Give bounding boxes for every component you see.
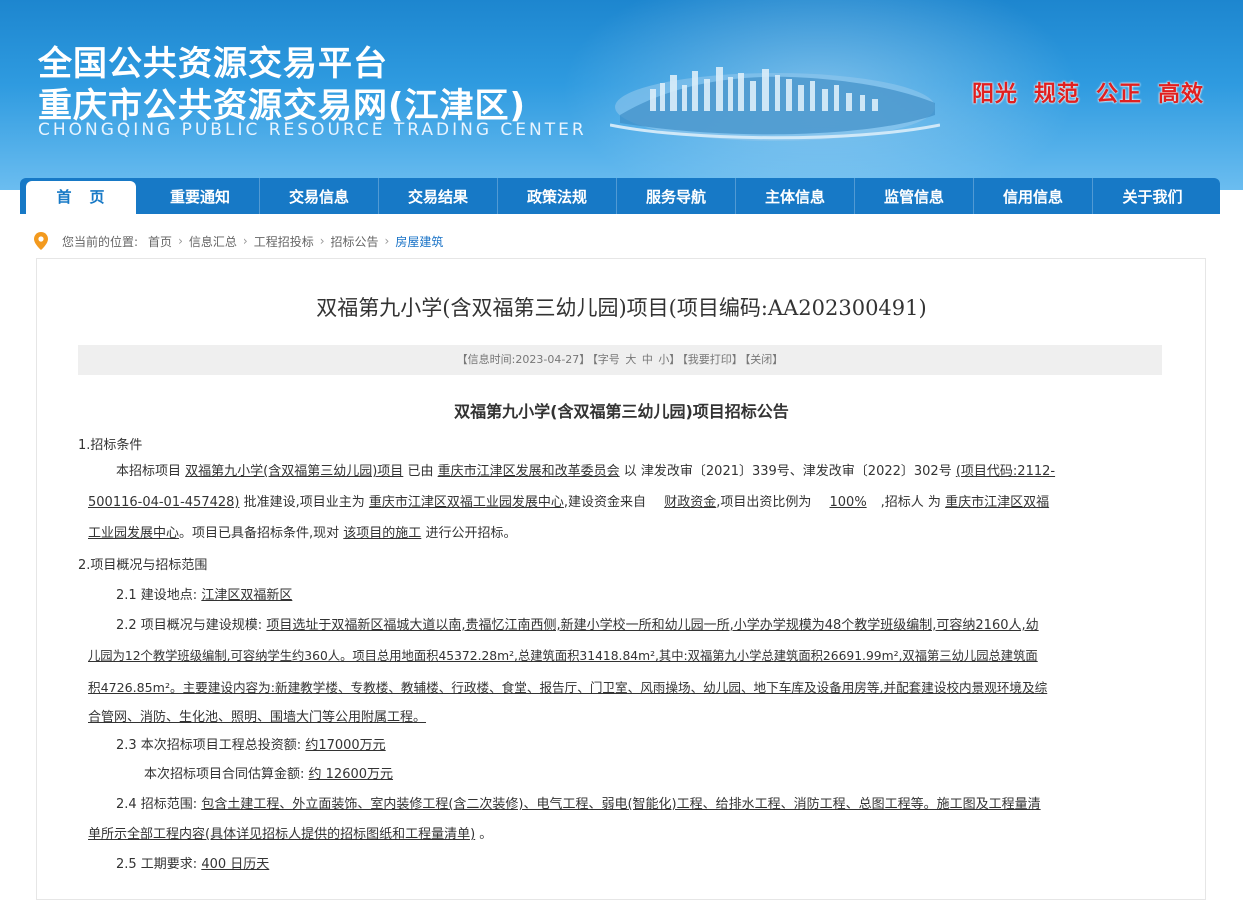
section-heading: 2.项目概况与招标范围 xyxy=(78,558,208,573)
breadcrumb-item-summary[interactable]: 信息汇总 xyxy=(189,233,237,250)
slogan-item: 公正 xyxy=(1096,82,1143,107)
label: 2.2 项目概况与建设规模: xyxy=(116,618,263,633)
project-owner: 重庆市江津区双福工业园发展中心 xyxy=(368,495,564,510)
item-overview: 2.2 项目概况与建设规模: 项目选址于双福新区福城大道以南,贵福忆江南西侧,新… xyxy=(116,610,1162,641)
city-skyline-image xyxy=(610,67,940,141)
text: 。 xyxy=(479,827,493,842)
text: 批准建设,项目业主为 xyxy=(243,495,365,510)
overview-line2: 儿园为12个教学班级编制,可容纳学生约360人。项目总用地面积45372.28m… xyxy=(88,649,1038,663)
breadcrumb-separator: › xyxy=(384,234,390,248)
breadcrumb-item-home[interactable]: 首页 xyxy=(148,233,172,250)
nav-item-credit[interactable]: 信用信息 xyxy=(974,178,1093,214)
font-large-button[interactable]: 大 xyxy=(625,353,636,366)
slogan-item: 规范 xyxy=(1034,82,1081,107)
value: 约17000万元 xyxy=(305,738,386,753)
nav-item-policy[interactable]: 政策法规 xyxy=(498,178,617,214)
tender-scope: 该项目的施工 xyxy=(343,526,422,541)
location-pin-icon xyxy=(34,232,48,250)
slogan-item: 阳光 xyxy=(972,82,1019,107)
value: 单所示全部工程内容(具体详见招标人提供的招标图纸和工程量清单) xyxy=(88,827,476,842)
paragraph-conditions-l3: 工业园发展中心。项目已具备招标条件,现对 该项目的施工 进行公开招标。 xyxy=(88,518,1172,549)
font-medium-button[interactable]: 中 xyxy=(642,353,653,366)
label: 2.3 本次招标项目工程总投资额: xyxy=(116,738,302,753)
font-size-label: 【字号 xyxy=(592,353,620,366)
breadcrumb-separator: › xyxy=(242,234,248,248)
project-name: 双福第九小学(含双福第三幼儿园)项目 xyxy=(185,464,404,479)
tenderer: 重庆市江津区双福 xyxy=(945,495,1050,510)
approval-authority: 重庆市江津区发展和改革委员会 xyxy=(437,464,620,479)
text: 进行公开招标。 xyxy=(425,526,517,541)
font-small-button[interactable]: 小】 xyxy=(658,353,680,366)
print-button[interactable]: 【我要打印】 xyxy=(682,353,743,366)
project-code: (项目代码:2112- xyxy=(955,464,1056,479)
notice-title: 双福第九小学(含双福第三幼儿园)项目招标公告 xyxy=(454,402,789,421)
breadcrumb-separator: › xyxy=(319,234,325,248)
value: 400 日历天 xyxy=(201,857,270,872)
breadcrumb-item-tender[interactable]: 招标公告 xyxy=(331,233,379,250)
info-time: 【信息时间:2023-04-27】 xyxy=(456,353,591,366)
text: 已由 xyxy=(407,464,434,479)
breadcrumb: 您当前的位置: 首页 › 信息汇总 › 工程招投标 › 招标公告 › 房屋建筑 xyxy=(34,230,443,252)
slogan-item: 高效 xyxy=(1158,82,1205,107)
nav-item-notices[interactable]: 重要通知 xyxy=(141,178,260,214)
tenderer: 工业园发展中心 xyxy=(88,526,180,541)
text: 本招标项目 xyxy=(116,464,182,479)
close-button[interactable]: 【关闭】 xyxy=(745,353,784,366)
main-nav: 首页 重要通知 交易信息 交易结果 政策法规 服务导航 主体信息 监管信息 信用… xyxy=(20,178,1220,214)
value: 约 12600万元 xyxy=(308,767,394,782)
text: 。项目已具备招标条件,现对 xyxy=(179,526,340,541)
item-scope: 2.4 招标范围: 包含土建工程、外立面装饰、室内装修工程(含二次装修)、电气工… xyxy=(116,789,1162,820)
nav-item-trade-info[interactable]: 交易信息 xyxy=(260,178,379,214)
item-investment: 2.3 本次招标项目工程总投资额: 约17000万元 xyxy=(116,730,1200,761)
paragraph-conditions-l2: 500116-04-01-457428) 批准建设,项目业主为 重庆市江津区双福… xyxy=(88,487,1172,518)
scope-line2: 单所示全部工程内容(具体详见招标人提供的招标图纸和工程量清单) 。 xyxy=(88,819,1172,850)
site-header: 全国公共资源交易平台 重庆市公共资源交易网(江津区) CHONGQING PUB… xyxy=(0,0,1243,190)
label: 本次招标项目合同估算金额: xyxy=(144,767,305,782)
text: ,项目出资比例为 xyxy=(716,495,812,510)
article-info-bar: 【信息时间:2023-04-27】 【字号 大 中 小】 【我要打印】 【关闭】 xyxy=(78,345,1162,375)
nav-item-entity[interactable]: 主体信息 xyxy=(736,178,855,214)
slogan: 阳光 规范 公正 高效 xyxy=(972,76,1220,108)
nav-item-service[interactable]: 服务导航 xyxy=(617,178,736,214)
label: 2.4 招标范围: xyxy=(116,797,198,812)
item-location: 2.1 建设地点: 江津区双福新区 xyxy=(116,580,1200,611)
overview-line3: 积4726.85m²。主要建设内容为:新建教学楼、专教楼、教辅楼、行政楼、食堂、… xyxy=(88,680,1048,695)
label: 2.1 建设地点: xyxy=(116,588,198,603)
nav-item-home[interactable]: 首页 xyxy=(26,181,136,214)
breadcrumb-prefix: 您当前的位置: xyxy=(62,234,139,249)
item-contract-estimate: 本次招标项目合同估算金额: 约 12600万元 xyxy=(144,759,1228,790)
site-title-english: CHONGQING PUBLIC RESOURCE TRADING CENTER xyxy=(38,120,587,140)
project-code: 500116-04-01-457428) xyxy=(88,495,240,510)
item-duration: 2.5 工期要求: 400 日历天 xyxy=(116,849,1200,880)
fund-ratio: 100% xyxy=(829,495,867,510)
nav-item-about[interactable]: 关于我们 xyxy=(1093,178,1212,214)
breadcrumb-separator: › xyxy=(178,234,183,248)
label: 2.5 工期要求: xyxy=(116,857,198,872)
text: ,招标人 为 xyxy=(880,495,941,510)
nav-item-supervision[interactable]: 监管信息 xyxy=(855,178,974,214)
text: ,建设资金来自 xyxy=(563,495,647,510)
value: 项目选址于双福新区福城大道以南,贵福忆江南西侧,新建小学校一所和幼儿园一所,小学… xyxy=(266,618,1039,633)
value: 包含土建工程、外立面装饰、室内装修工程(含二次装修)、电气工程、弱电(智能化)工… xyxy=(201,797,1041,812)
text: 以 津发改审〔2021〕339号、津发改审〔2022〕302号 xyxy=(623,464,952,479)
overview-line4: 合管网、消防、生化池、照明、围墙大门等公用附属工程。 xyxy=(88,710,427,725)
nav-item-trade-results[interactable]: 交易结果 xyxy=(379,178,498,214)
paragraph-conditions: 本招标项目 双福第九小学(含双福第三幼儿园)项目 已由 重庆市江津区发展和改革委… xyxy=(78,456,1162,487)
breadcrumb-item-engineering[interactable]: 工程招投标 xyxy=(254,233,314,250)
fund-source: 财政资金 xyxy=(664,495,717,510)
breadcrumb-item-current[interactable]: 房屋建筑 xyxy=(395,233,443,250)
page-title: 双福第九小学(含双福第三幼儿园)项目(项目编码:AA202300491) xyxy=(316,296,927,320)
value: 江津区双福新区 xyxy=(201,588,293,603)
